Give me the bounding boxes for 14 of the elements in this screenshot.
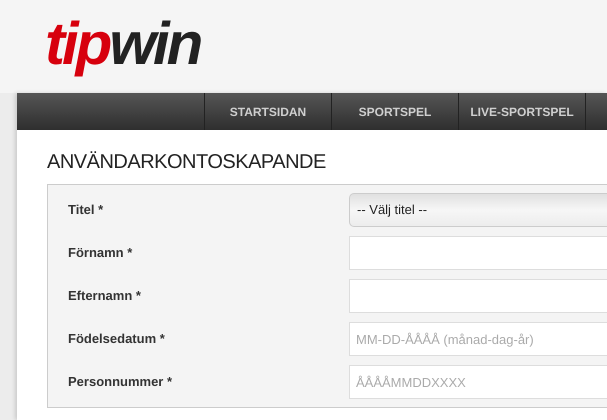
title-select[interactable]: -- Välj titel -- — [349, 193, 607, 227]
input-field[interactable]: ÅÅÅÅMMDDXXXX — [349, 365, 607, 399]
field-label: Titel * — [68, 201, 104, 220]
input-field[interactable] — [349, 236, 607, 270]
field-label: Personnummer * — [68, 373, 174, 392]
nav-link[interactable]: STARTSIDAN — [204, 93, 331, 130]
page-title: ANVÄNDARKONTOSKAPANDE — [47, 152, 327, 172]
input-field[interactable] — [349, 279, 607, 313]
field-label: Förnamn * — [68, 244, 134, 262]
field-label: Efternamn * — [68, 287, 142, 306]
nav-link[interactable]: SPORTSPEL — [331, 93, 458, 130]
field-label: Födelsedatum * — [68, 330, 166, 348]
input-field[interactable]: MM-DD-ÅÅÅÅ (månad-dag-år) — [349, 322, 607, 356]
nav-link[interactable]: LIVE-SPORTSPEL — [458, 93, 585, 130]
